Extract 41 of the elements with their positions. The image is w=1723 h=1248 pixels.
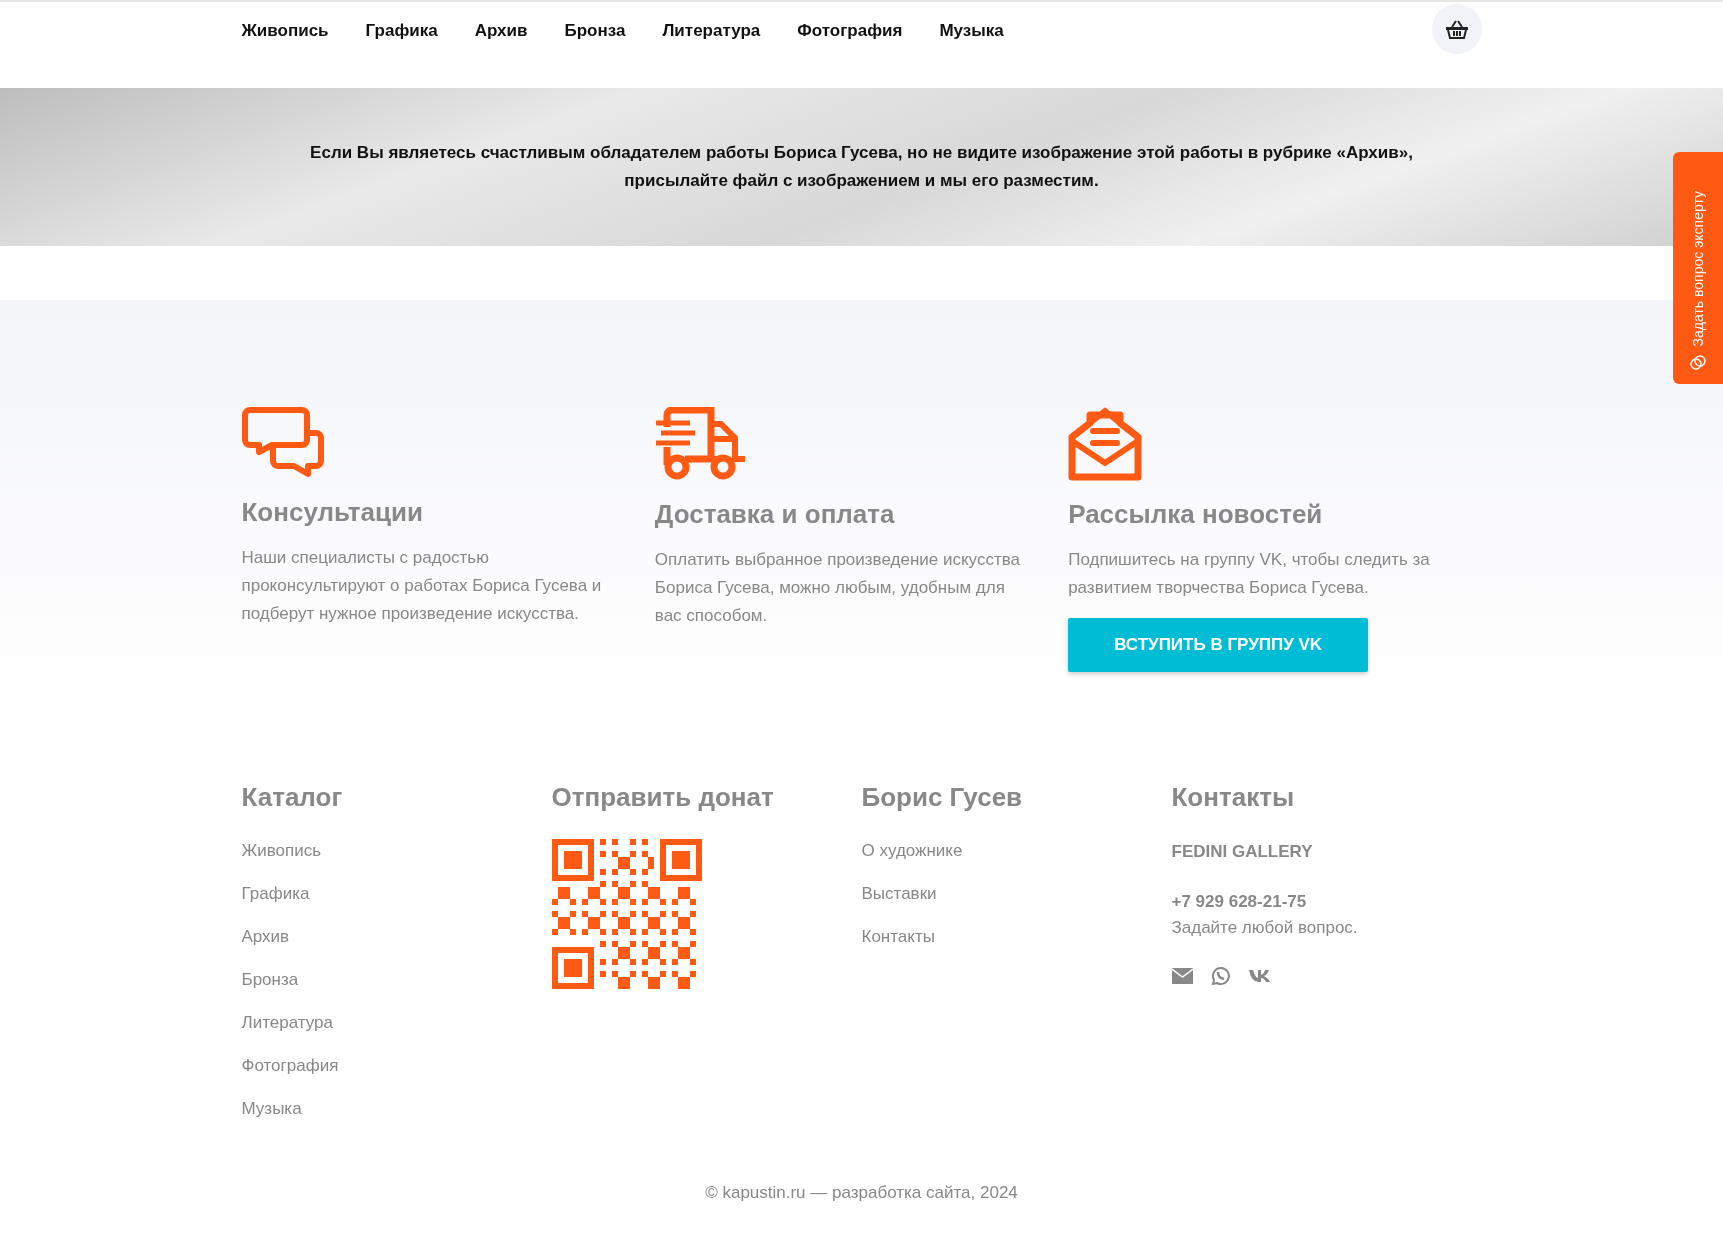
nav-link[interactable]: Музыка	[939, 2, 1004, 60]
phone-number: +7 929 628-21-75	[1171, 890, 1308, 913]
whatsapp-icon[interactable]	[1210, 966, 1231, 987]
footer-link[interactable]: Графика	[241, 882, 552, 907]
banner-text: Если Вы являетесь счастливым обладателем работы Бориса Гусева, но не видите изображение этой работы в рубрике «Архив», присылайте файл с изображением и мы его разместим.	[309, 142, 1414, 192]
vk-icon[interactable]	[1248, 969, 1273, 984]
footer-link[interactable]: Живопись	[241, 839, 552, 864]
copyright-text: © kapustin.ru — разработка сайта, 2024	[705, 1183, 1018, 1203]
footer-link[interactable]: Контакты	[861, 925, 1172, 950]
footer-link[interactable]: О художнике	[861, 839, 1172, 864]
feature-text: Оплатить выбранное произведение искусства Бориса Гусева, можно любым, удобным для вас способом.	[654, 549, 1021, 628]
feature-title: Доставка и оплата	[654, 499, 896, 531]
feature-text: Подпишитесь на группу VK, чтобы следить за развитием творчества Бориса Гусева.	[1068, 549, 1431, 600]
footer-link[interactable]: Фотография	[241, 1054, 552, 1079]
feature-text: Наши специалисты с радостью проконсультируют о работах Бориса Гусева и подберут нужное произведение искусства.	[241, 547, 603, 626]
footer-link[interactable]: Литература	[241, 1011, 552, 1036]
nav-link[interactable]: Фотография	[797, 2, 903, 60]
open-envelope-icon	[1068, 407, 1143, 481]
footer-link[interactable]: Выставки	[861, 882, 1172, 907]
footer-heading: Борис Гусев	[861, 782, 1024, 814]
footer-heading: Отправить донат	[551, 782, 775, 814]
nav-link[interactable]: Архив	[474, 2, 528, 60]
contact-note: Задайте любой вопрос.	[1171, 917, 1359, 940]
ask-expert-tab[interactable]: Задать вопрос эксперту	[1673, 152, 1723, 384]
join-vk-button[interactable]: ВСТУПИТЬ В ГРУППУ VK	[1068, 618, 1369, 673]
nav-link[interactable]: Литература	[662, 2, 761, 60]
nav-link[interactable]: Графика	[365, 2, 438, 60]
nav-link[interactable]: Бронза	[564, 2, 626, 60]
basket-icon	[1444, 19, 1469, 39]
company-name: FEDINI GALLERY	[1171, 841, 1314, 864]
basket-button[interactable]	[1431, 4, 1482, 54]
footer-heading: Каталог	[241, 782, 344, 814]
footer-link[interactable]: Музыка	[241, 1097, 552, 1122]
feature-title: Консультации	[241, 497, 424, 529]
feature-title: Рассылка новостей	[1068, 499, 1324, 531]
truck-icon	[654, 407, 747, 481]
envelope-icon[interactable]	[1171, 968, 1193, 985]
footer-heading: Контакты	[1171, 782, 1296, 814]
footer-link[interactable]: Бронза	[241, 968, 552, 993]
nav-link[interactable]: Живопись	[241, 2, 329, 60]
footer-link[interactable]: Архив	[241, 925, 552, 950]
